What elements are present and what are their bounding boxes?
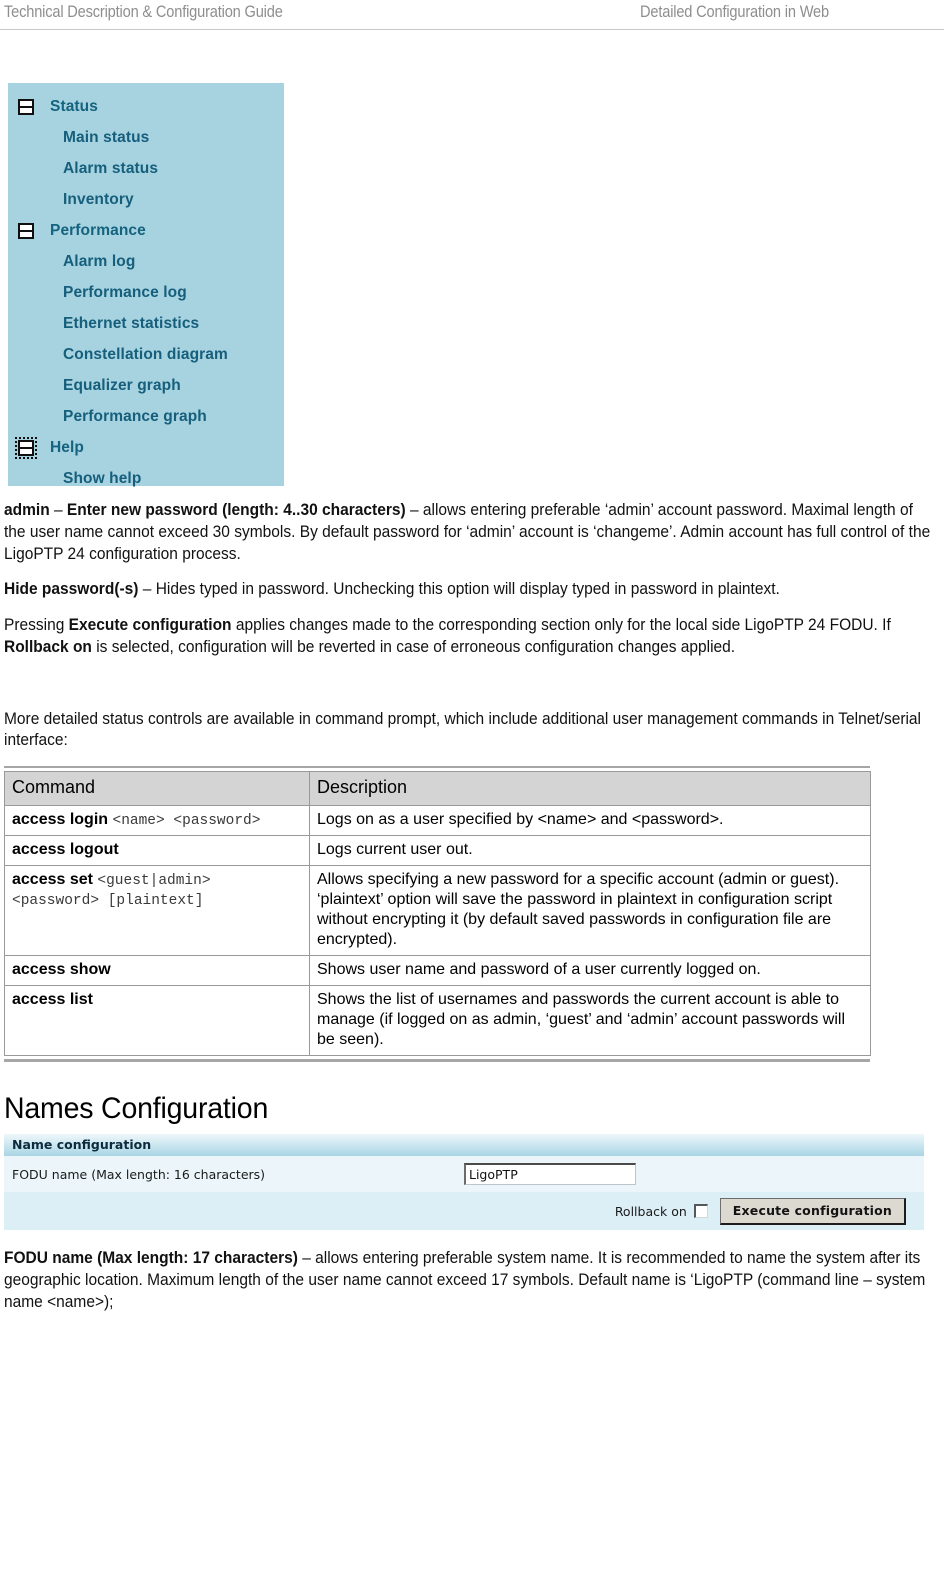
rollback-on-label: Rollback on xyxy=(614,1203,687,1219)
tree-item-label: Main status xyxy=(63,128,150,146)
execute-configuration-button[interactable]: Execute configuration xyxy=(719,1197,906,1225)
execute-term: Execute configuration xyxy=(68,616,232,635)
tree-item-performance-graph[interactable]: Performance graph xyxy=(8,401,284,432)
minus-box-icon[interactable] xyxy=(15,436,37,459)
tree-item-show-help[interactable]: Show help xyxy=(8,463,284,494)
cell-description: Logs current user out. xyxy=(309,834,871,866)
paragraph-execute-configuration: Pressing Execute configuration applies c… xyxy=(4,615,937,659)
minus-box-icon[interactable] xyxy=(18,98,34,115)
header-document-title: Technical Description & Configuration Gu… xyxy=(4,2,283,21)
fodu-name-row: FODU name (Max length: 16 characters) xyxy=(4,1156,924,1192)
paragraph-fodu-name: FODU name (Max length: 17 characters) – … xyxy=(4,1248,937,1313)
tree-item-help[interactable]: Help xyxy=(8,432,284,463)
tree-item-label: Alarm status xyxy=(63,159,159,177)
cell-description: Shows the list of usernames and password… xyxy=(309,985,871,1056)
command-name: access set xyxy=(12,870,98,888)
page-running-header: Technical Description & Configuration Gu… xyxy=(0,0,944,30)
tree-item-label: Ethernet statistics xyxy=(63,314,200,332)
cell-command: access login <name> <password> xyxy=(4,804,310,836)
table-row: access set <guest|admin> <password> [pla… xyxy=(4,864,871,956)
command-name: access logout xyxy=(12,840,119,858)
command-description: Allows specifying a new password for a s… xyxy=(317,870,840,948)
tree-item-alarm-log[interactable]: Alarm log xyxy=(8,246,284,277)
admin-field-label: Enter new password (length: 4..30 charac… xyxy=(66,501,406,519)
tree-item-label: Performance xyxy=(50,221,146,239)
tree-item-label: Equalizer graph xyxy=(63,376,181,394)
command-name: access show xyxy=(12,960,111,978)
column-header-command: Command xyxy=(4,771,310,806)
cell-description: Allows specifying a new password for a s… xyxy=(309,864,871,956)
paragraph-more-detailed: More detailed status controls are availa… xyxy=(4,709,922,750)
command-description: Shows user name and password of a user c… xyxy=(317,960,761,978)
widget-action-row: Rollback on Execute configuration xyxy=(4,1192,924,1230)
column-header-description: Description xyxy=(309,771,871,806)
paragraph-hide-password: Hide password(-s) – Hides typed in passw… xyxy=(4,579,937,601)
command-description: Logs on as a user specified by <name> an… xyxy=(317,810,724,828)
rollback-term: Rollback on xyxy=(4,637,92,656)
table-header-row: Command Description xyxy=(4,771,871,806)
tree-item-status[interactable]: Status xyxy=(8,91,284,122)
execute-mid: applies changes made to the correspondin… xyxy=(231,616,891,635)
admin-sep: – xyxy=(49,501,67,519)
tree-item-label: Help xyxy=(50,438,84,456)
tree-item-label: Status xyxy=(50,97,98,115)
table-row: access logout Logs current user out. xyxy=(4,834,871,866)
cell-command: access show xyxy=(4,954,310,987)
document-body: admin – Enter new password (length: 4..3… xyxy=(4,500,940,1327)
tree-item-label: Performance graph xyxy=(63,407,207,425)
tree-item-inventory[interactable]: Inventory xyxy=(8,184,284,215)
tree-item-label: Constellation diagram xyxy=(63,345,228,363)
rollback-on-checkbox[interactable] xyxy=(693,1204,708,1218)
minus-box-icon[interactable] xyxy=(18,222,34,239)
hide-password-term: Hide password(-s) xyxy=(4,580,139,599)
hide-password-description: – Hides typed in password. Unchecking th… xyxy=(138,580,780,599)
cell-command: access logout xyxy=(4,834,310,866)
fodu-name-input[interactable] xyxy=(464,1163,636,1185)
command-name: access login xyxy=(12,810,113,828)
name-configuration-widget: Name configuration FODU name (Max length… xyxy=(4,1134,924,1232)
tree-item-performance[interactable]: Performance xyxy=(8,215,284,246)
table-row: access list Shows the list of usernames a… xyxy=(4,985,871,1056)
tree-item-main-status[interactable]: Main status xyxy=(8,122,284,153)
tree-item-label: Alarm log xyxy=(63,252,136,270)
command-table-wrapper: Command Description access login <name> … xyxy=(4,766,871,1062)
command-description: Shows the list of usernames and password… xyxy=(317,991,845,1048)
header-chapter-title: Detailed Configuration in Web xyxy=(640,2,829,21)
fodu-name-label: FODU name (Max length: 16 characters) xyxy=(12,1166,266,1182)
web-ui-navigation-tree: Status Main status Alarm status Inventory Pe… xyxy=(8,83,284,487)
command-name: access list xyxy=(12,991,93,1008)
cell-command: access set <guest|admin> <password> [pla… xyxy=(4,864,310,956)
paragraph-admin-password: admin – Enter new password (length: 4..3… xyxy=(4,500,937,565)
widget-title-bar: Name configuration xyxy=(4,1134,924,1156)
tree-item-alarm-status[interactable]: Alarm status xyxy=(8,153,284,184)
command-arguments: <name> <password> xyxy=(112,812,261,829)
admin-term: admin xyxy=(4,501,50,519)
command-description: Logs current user out. xyxy=(317,840,473,858)
tree-item-ethernet-statistics[interactable]: Ethernet statistics xyxy=(8,308,284,339)
execute-pre: Pressing xyxy=(4,616,69,635)
tree-item-equalizer-graph[interactable]: Equalizer graph xyxy=(8,370,284,401)
table-row: access login <name> <password> Logs on as… xyxy=(4,804,871,836)
tree-item-performance-log[interactable]: Performance log xyxy=(8,277,284,308)
command-reference-table: Command Description access login <name> … xyxy=(4,771,871,1056)
cell-description: Logs on as a user specified by <name> an… xyxy=(309,804,871,836)
tree-item-label: Performance log xyxy=(63,283,187,301)
page-section-heading: Names Configuration xyxy=(4,1092,269,1125)
tree-item-label: Show help xyxy=(63,469,142,487)
tree-item-label: Inventory xyxy=(63,190,134,208)
execute-rest: is selected, configuration will be rever… xyxy=(91,637,736,656)
tree-item-constellation-diagram[interactable]: Constellation diagram xyxy=(8,339,284,370)
cell-command: access list xyxy=(4,985,310,1056)
cell-description: Shows user name and password of a user c… xyxy=(309,954,871,987)
fodu-name-term: FODU name (Max length: 17 characters) xyxy=(4,1249,298,1267)
table-row: access show Shows user name and password … xyxy=(4,954,871,987)
